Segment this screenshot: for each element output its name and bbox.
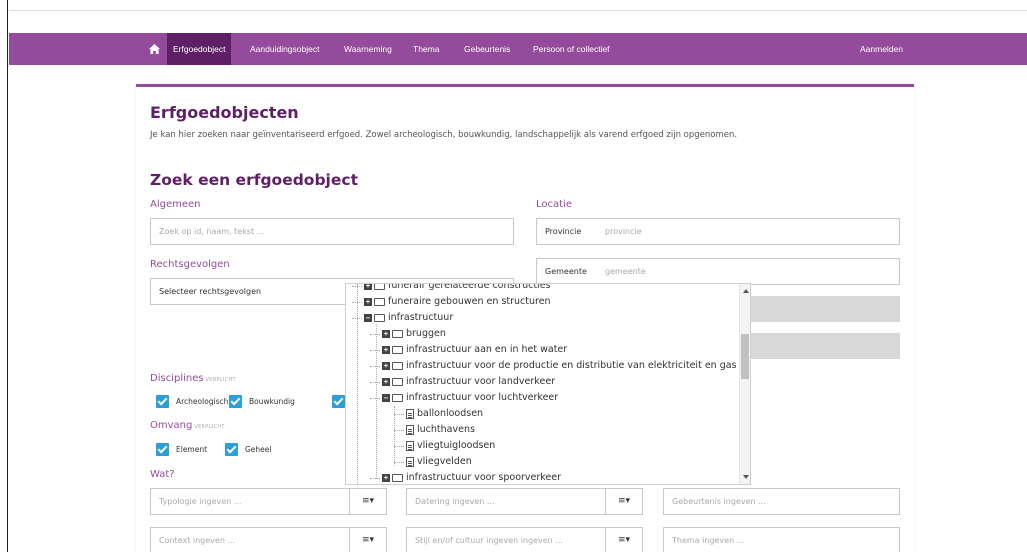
folder-open-icon [392, 394, 403, 402]
folder-icon [392, 362, 403, 370]
page-title: Erfgoedobjecten [150, 103, 299, 122]
folder-icon [392, 474, 403, 482]
typologie-input[interactable]: Typologie ingeven ... ≡▾ [150, 488, 387, 515]
checkbox-element[interactable]: Element [156, 443, 207, 456]
rechtsgevolgen-tree-dropdown[interactable]: + funerair gerelateerde constructies + fun… [345, 283, 751, 485]
tree-leaf[interactable]: ballonloodsen [394, 406, 483, 422]
provincie-field[interactable]: Provincie provincie [536, 218, 900, 245]
tree-item[interactable]: + infrastructuur voor spoorverkeer [370, 470, 561, 484]
folder-icon [392, 330, 403, 338]
folder-icon [392, 378, 403, 386]
file-icon [406, 425, 414, 435]
general-search-input[interactable]: Zoek op id, naam, tekst ... [150, 218, 514, 245]
tree-leaf[interactable]: vliegtuigloodsen [394, 438, 495, 454]
tree-item[interactable]: + funerair gerelateerde constructies [352, 284, 551, 294]
gebeurtenis-input[interactable]: Gebeurtenis ingeven ... [663, 488, 900, 515]
scroll-up-icon[interactable] [743, 289, 749, 293]
tree-item[interactable]: − infrastructuur voor luchtverkeer [370, 390, 558, 406]
tree-scrollbar[interactable] [739, 284, 750, 484]
folder-icon [392, 346, 403, 354]
check-icon [332, 395, 345, 408]
wat-label: Wat? [150, 469, 175, 480]
tree-item[interactable]: − infrastructuur [352, 310, 453, 326]
scroll-down-icon[interactable] [743, 475, 749, 479]
expand-icon[interactable]: + [382, 346, 390, 354]
algemeen-label: Algemeen [150, 199, 201, 210]
stijl-input[interactable]: Stijl en/of cultuur ingeven ingeven ... … [406, 527, 643, 552]
tree-leaf[interactable]: vliegvelden [394, 454, 472, 470]
search-title: Zoek een erfgoedobject [150, 171, 358, 189]
check-icon [229, 395, 242, 408]
menu-dropdown-button[interactable]: ≡▾ [349, 489, 386, 514]
folder-open-icon [374, 314, 385, 322]
tree-item[interactable]: + infrastructuur voor de productie en dis… [370, 358, 737, 374]
expand-icon[interactable]: + [382, 378, 390, 386]
nav-thema[interactable]: Thema [407, 33, 445, 65]
file-icon [406, 457, 414, 467]
tree-item[interactable]: + bruggen [370, 326, 446, 342]
menu-dropdown-button[interactable]: ≡▾ [605, 528, 642, 552]
file-icon [406, 409, 414, 419]
collapse-icon[interactable]: − [382, 394, 390, 402]
tree-item[interactable]: + funeraire gebouwen en structuren [352, 294, 551, 310]
menu-dropdown-button[interactable]: ≡▾ [349, 528, 386, 552]
menu-dropdown-button[interactable]: ≡▾ [605, 489, 642, 514]
disciplines-label: Disciplines VERPLICHT [150, 373, 236, 384]
login-link[interactable]: Aanmelden [854, 33, 909, 65]
check-icon [156, 443, 169, 456]
checkbox-archeologisch[interactable]: Archeologisch [156, 395, 228, 408]
scroll-thumb[interactable] [741, 334, 749, 379]
rechtsgevolgen-label: Rechtsgevolgen [150, 259, 230, 270]
page-intro: Je kan hier zoeken naar geïnventariseerd… [150, 130, 738, 140]
home-icon[interactable] [149, 44, 160, 54]
window-edge [0, 0, 8, 552]
file-icon [406, 441, 414, 451]
nav-erfgoedobject[interactable]: Erfgoedobject [167, 33, 232, 65]
tree-item[interactable]: + infrastructuur aan en in het water [370, 342, 567, 358]
folder-icon [374, 298, 385, 306]
main-navbar: Erfgoedobject Aanduidingsobject Waarnemi… [9, 33, 1027, 65]
nav-gebeurtenis[interactable]: Gebeurtenis [458, 33, 516, 65]
check-icon [225, 443, 238, 456]
checkbox-bouwkundig[interactable]: Bouwkundig [229, 395, 295, 408]
expand-icon[interactable]: + [364, 284, 372, 290]
tree-item[interactable]: + infrastructuur voor landverkeer [370, 374, 555, 390]
expand-icon[interactable]: + [382, 474, 390, 482]
datering-input[interactable]: Datering ingeven ... ≡▾ [406, 488, 643, 515]
collapse-icon[interactable]: − [364, 314, 372, 322]
expand-icon[interactable]: + [364, 298, 372, 306]
check-icon [156, 395, 169, 408]
nav-aanduidingsobject[interactable]: Aanduidingsobject [244, 33, 325, 65]
expand-icon[interactable]: + [382, 330, 390, 338]
checkbox-geheel[interactable]: Geheel [225, 443, 272, 456]
gemeente-field[interactable]: Gemeente gemeente [536, 258, 900, 285]
tree-leaf[interactable]: luchthavens [394, 422, 475, 438]
top-strip [9, 0, 1027, 11]
omvang-label: Omvang VERPLICHT [150, 420, 225, 431]
folder-icon [374, 284, 385, 290]
nav-waarneming[interactable]: Waarneming [338, 33, 398, 65]
thema-input[interactable]: Thema ingeven ... [663, 527, 900, 552]
locatie-label: Locatie [536, 199, 572, 210]
context-input[interactable]: Context ingeven ... ≡▾ [150, 527, 387, 552]
expand-icon[interactable]: + [382, 362, 390, 370]
nav-persoon-of-collectief[interactable]: Persoon of collectief [527, 33, 616, 65]
